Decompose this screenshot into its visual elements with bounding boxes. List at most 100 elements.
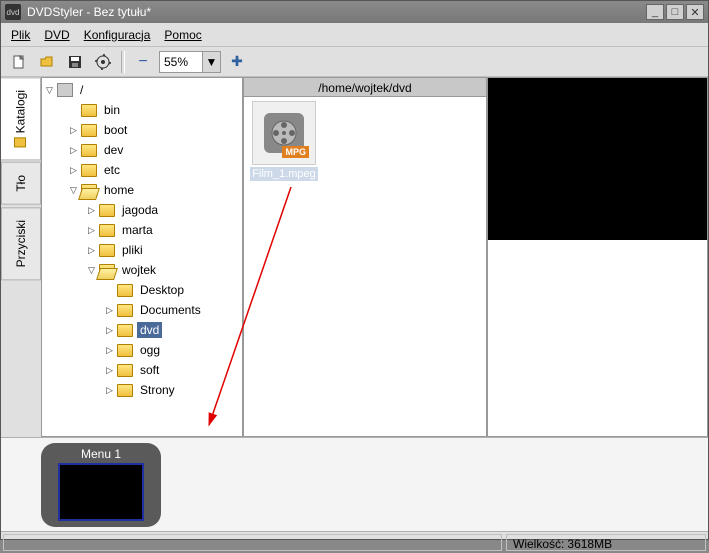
folder-icon [81, 144, 97, 157]
tree-node-label[interactable]: Desktop [137, 282, 187, 298]
tree-node[interactable]: ▷ Documents [44, 300, 240, 320]
expand-icon[interactable]: ▷ [68, 125, 79, 136]
toolbar: − ▼ ✚ [1, 47, 708, 77]
tree-node-label[interactable]: soft [137, 362, 162, 378]
tree-node[interactable]: Desktop [44, 280, 240, 300]
tab-buttons[interactable]: Przyciski [1, 207, 41, 280]
menu-config[interactable]: Konfiguracja [84, 28, 151, 42]
menu-help[interactable]: Pomoc [164, 28, 201, 42]
expand-icon[interactable]: ▷ [86, 225, 97, 236]
tree-node[interactable]: ▷ jagoda [44, 200, 240, 220]
expand-icon[interactable]: ▽ [44, 85, 55, 96]
tree-node[interactable]: ▽ wojtek [44, 260, 240, 280]
folder-icon [81, 184, 97, 197]
tree-node[interactable]: ▷ etc [44, 160, 240, 180]
tab-catalogs[interactable]: Katalogi [1, 77, 41, 160]
folder-icon [117, 304, 133, 317]
side-tabs: Katalogi Tło Przyciski [1, 77, 41, 437]
folder-icon [15, 137, 27, 147]
window-title: DVDStyler - Bez tytułu* [27, 5, 646, 19]
expand-icon[interactable]: ▷ [104, 325, 115, 336]
tree-node-label[interactable]: Strony [137, 382, 178, 398]
open-button[interactable] [35, 50, 59, 74]
titlebar: dvd DVDStyler - Bez tytułu* _ □ ✕ [1, 1, 708, 23]
tree-node-label[interactable]: pliki [119, 242, 146, 258]
file-thumbnail: MPG [252, 101, 316, 165]
zoom-input[interactable] [160, 52, 202, 72]
menubar: Plik DVD Konfiguracja Pomoc [1, 23, 708, 47]
status-size: Wielkość: 3618MB [506, 534, 706, 551]
expand-icon[interactable]: ▷ [68, 165, 79, 176]
maximize-button[interactable]: □ [666, 4, 684, 20]
expand-icon[interactable]: ▽ [68, 185, 79, 196]
folder-icon [117, 284, 133, 297]
tree-node-label[interactable]: bin [101, 102, 123, 118]
statusbar: Wielkość: 3618MB [1, 531, 708, 553]
preview-pane [487, 77, 708, 437]
expand-icon[interactable]: ▷ [104, 305, 115, 316]
tree-node[interactable]: ▷ pliki [44, 240, 240, 260]
new-button[interactable] [7, 50, 31, 74]
tree-node[interactable]: ▷ dev [44, 140, 240, 160]
tree-node-label[interactable]: marta [119, 222, 156, 238]
expand-icon[interactable]: ▷ [86, 205, 97, 216]
tree-node-label[interactable]: jagoda [119, 202, 161, 218]
tree-node[interactable]: bin [44, 100, 240, 120]
folder-icon [81, 104, 97, 117]
expand-icon[interactable]: ▽ [86, 265, 97, 276]
tree-node[interactable]: ▷ dvd [44, 320, 240, 340]
tree-node[interactable]: ▷ Strony [44, 380, 240, 400]
tree-node[interactable]: ▷ soft [44, 360, 240, 380]
folder-icon [117, 384, 133, 397]
computer-icon [57, 83, 73, 97]
path-bar: /home/wojtek/dvd [243, 77, 487, 97]
expand-icon[interactable]: ▷ [86, 245, 97, 256]
expand-icon[interactable] [68, 105, 79, 116]
mpg-badge: MPG [282, 146, 309, 158]
zoom-combo[interactable]: ▼ [159, 51, 221, 73]
tree-root-label[interactable]: / [77, 82, 86, 98]
zoom-dropdown[interactable]: ▼ [202, 52, 220, 72]
folder-icon [81, 164, 97, 177]
tree-node-label[interactable]: Documents [137, 302, 204, 318]
tree-node[interactable]: ▷ marta [44, 220, 240, 240]
tree-node[interactable]: ▷ ogg [44, 340, 240, 360]
minimize-button[interactable]: _ [646, 4, 664, 20]
expand-icon[interactable]: ▷ [104, 385, 115, 396]
menu-tile-label: Menu 1 [81, 447, 121, 461]
timeline[interactable]: Menu 1 [1, 437, 708, 531]
preview-canvas[interactable] [488, 78, 707, 240]
tree-node-label[interactable]: dev [101, 142, 126, 158]
tab-background[interactable]: Tło [1, 162, 41, 205]
app-icon: dvd [5, 4, 21, 20]
burn-button[interactable] [91, 50, 115, 74]
close-button[interactable]: ✕ [686, 4, 704, 20]
tree-node-label[interactable]: etc [101, 162, 123, 178]
menu-file[interactable]: Plik [11, 28, 30, 42]
file-grid[interactable]: MPG Film_1.mpeg [243, 97, 487, 437]
zoom-in-button[interactable]: ✚ [225, 50, 249, 74]
expand-icon[interactable]: ▷ [68, 145, 79, 156]
tab-catalogs-label: Katalogi [14, 90, 28, 133]
tree-node[interactable]: ▽ home [44, 180, 240, 200]
tab-background-label: Tło [14, 175, 28, 192]
menu-dvd[interactable]: DVD [44, 28, 69, 42]
save-button[interactable] [63, 50, 87, 74]
folder-icon [99, 244, 115, 257]
tree-pane[interactable]: ▽ / bin ▷ boot ▷ dev ▷ etc ▽ home ▷ jagoda ▷ marta ▷ pli… [41, 77, 243, 437]
tree-node-label[interactable]: ogg [137, 342, 163, 358]
tree-node-label[interactable]: boot [101, 122, 130, 138]
folder-icon [99, 264, 115, 277]
menu-tile-1[interactable]: Menu 1 [41, 443, 161, 527]
file-item[interactable]: MPG Film_1.mpeg [248, 101, 320, 181]
expand-icon[interactable]: ▷ [104, 345, 115, 356]
expand-icon[interactable] [104, 285, 115, 296]
file-name: Film_1.mpeg [250, 167, 318, 181]
tree-node-label[interactable]: dvd [137, 322, 162, 338]
zoom-out-button[interactable]: − [131, 50, 155, 74]
tree-node-label[interactable]: wojtek [119, 262, 159, 278]
tree-node-label[interactable]: home [101, 182, 137, 198]
tree-node[interactable]: ▷ boot [44, 120, 240, 140]
expand-icon[interactable]: ▷ [104, 365, 115, 376]
folder-icon [117, 364, 133, 377]
